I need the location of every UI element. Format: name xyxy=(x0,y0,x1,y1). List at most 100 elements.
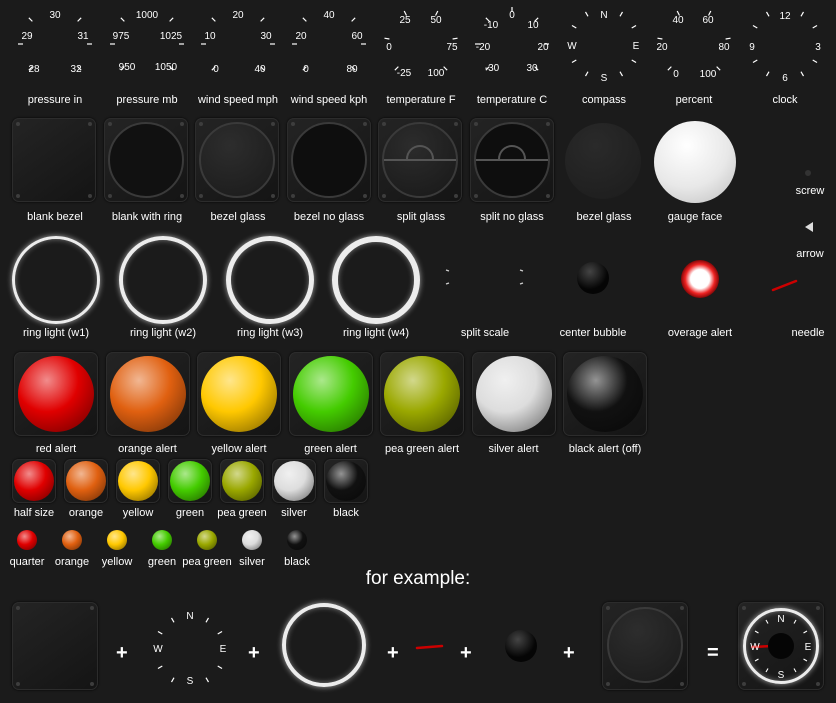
ring-label: split scale xyxy=(460,327,510,339)
alert-light xyxy=(170,461,210,501)
gauge-tick: 30 xyxy=(49,10,61,21)
gauge-tick: 0 xyxy=(303,64,309,75)
ring-light-w1 xyxy=(12,236,100,324)
alert-light xyxy=(109,356,186,432)
plus-sign: + xyxy=(387,642,399,664)
alert-light xyxy=(107,530,127,550)
gauge-tick: 25 xyxy=(399,15,411,26)
gauge-tick: -30 xyxy=(485,63,500,74)
gauge-tick: 30 xyxy=(260,31,272,42)
compass-tick: W xyxy=(153,644,163,655)
needle-icon xyxy=(771,279,798,292)
gauge-tick: 20 xyxy=(295,31,307,42)
gauge-tick: 50 xyxy=(430,15,442,26)
alert-light xyxy=(62,530,82,550)
plus-sign: + xyxy=(248,642,260,664)
gauge-tick: 10 xyxy=(204,31,216,42)
blank-with-ring xyxy=(104,118,188,202)
ring-label: ring light (w3) xyxy=(236,327,304,339)
gauge-tick: 0 xyxy=(673,69,679,80)
gauge-tick: E xyxy=(633,41,640,52)
gauge-tick: -20 xyxy=(476,42,491,53)
compass-tick: E xyxy=(220,644,227,655)
gauge-tick: 31 xyxy=(77,31,89,42)
gauge-tick: -10 xyxy=(484,20,499,31)
result-tick: S xyxy=(778,670,785,681)
alert-light xyxy=(66,461,106,501)
equals-sign: = xyxy=(707,642,719,664)
example-title: for example: xyxy=(365,568,471,589)
gauge-tick: W xyxy=(567,41,577,52)
gauge-tick: 10 xyxy=(527,20,539,31)
alert-light xyxy=(152,530,172,550)
overage-alert xyxy=(681,260,719,298)
alert-light xyxy=(475,356,552,432)
gauge-tick: 60 xyxy=(351,31,363,42)
bezel-glass-plain xyxy=(565,123,641,199)
example-needle-icon xyxy=(415,644,444,650)
alert-light xyxy=(292,356,369,432)
gauge-tick: 40 xyxy=(672,15,684,26)
alert-light xyxy=(201,356,277,432)
gauge-label: clock xyxy=(772,94,798,106)
result-tick: E xyxy=(805,642,812,653)
alert-light xyxy=(197,530,217,550)
alert-light xyxy=(18,356,94,432)
alert-light xyxy=(17,530,37,550)
alert-light xyxy=(287,530,307,550)
bezel-label: screw xyxy=(795,185,825,197)
alert-light xyxy=(118,461,158,501)
bezel-no-glass xyxy=(287,118,371,202)
plus-sign: + xyxy=(563,642,575,664)
ring-label: ring light (w2) xyxy=(129,327,197,339)
gauge-tick: N xyxy=(600,10,607,21)
alert-label: black xyxy=(333,507,359,519)
gauge-tick: 0 xyxy=(213,64,219,75)
gauge-tick: 80 xyxy=(346,64,358,75)
gauge-tick: 60 xyxy=(702,15,714,26)
split-no-glass xyxy=(470,118,554,202)
gauge-tick: 80 xyxy=(718,42,730,53)
center-bubble xyxy=(577,262,609,294)
arrow-icon xyxy=(805,222,813,232)
alert-light xyxy=(326,461,366,501)
gauge-tick: 0 xyxy=(509,10,515,21)
gauge-tick: 0 xyxy=(386,42,392,53)
alert-light xyxy=(14,461,54,501)
ring-label: ring light (w1) xyxy=(22,327,90,339)
gauge-tick: 1025 xyxy=(160,31,183,42)
gauge-tick: 20 xyxy=(232,10,244,21)
gauge-tick: 29 xyxy=(21,31,33,42)
bezel-label: arrow xyxy=(796,248,824,260)
gauge-tick: 6 xyxy=(782,73,788,84)
ring-light-w3 xyxy=(226,236,314,324)
ring-label: overage alert xyxy=(667,327,733,339)
alert-light xyxy=(222,461,262,501)
blank-bezel xyxy=(12,118,96,202)
result-tick: N xyxy=(777,614,784,625)
example-result-gauge: N W E S xyxy=(738,602,824,690)
ring-light-w4 xyxy=(332,236,420,324)
example-compass-scale: N W E S xyxy=(153,611,227,687)
compass-tick: S xyxy=(187,676,194,687)
example-bezel-glass xyxy=(602,602,688,690)
gauge-face xyxy=(654,121,736,203)
gauge-tick: 975 xyxy=(113,31,130,42)
ring-light-w2 xyxy=(119,236,207,324)
plus-sign: + xyxy=(116,642,128,664)
gauge-tick: 30 xyxy=(526,63,538,74)
gauge-tick: 40 xyxy=(254,64,266,75)
split-glass xyxy=(378,118,462,202)
bezel-label: gauge face xyxy=(667,211,723,223)
ring-label: needle xyxy=(791,327,825,339)
gauge-tick: 9 xyxy=(749,42,755,53)
example-bezel xyxy=(12,602,98,690)
compass-tick: N xyxy=(186,611,193,622)
alert-label: black alert (off) xyxy=(568,443,642,455)
gauge-tick: 20 xyxy=(656,42,668,53)
ring-label: ring light (w4) xyxy=(342,327,410,339)
alert-light xyxy=(242,530,262,550)
gauge-tick: 32 xyxy=(70,64,82,75)
example-center-bubble xyxy=(505,630,537,662)
gauge-tick: 28 xyxy=(28,64,40,75)
